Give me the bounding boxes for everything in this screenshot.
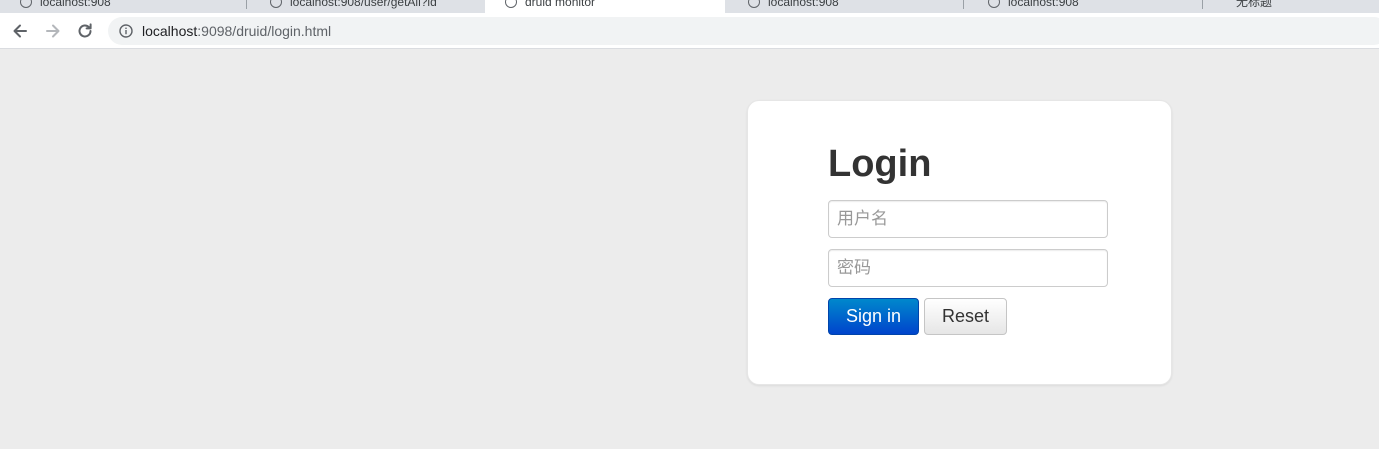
tab-separator [246, 0, 247, 9]
arrow-left-icon [13, 24, 27, 38]
url-text: localhost:9098/druid/login.html [142, 23, 331, 39]
username-input[interactable] [828, 200, 1108, 238]
arrow-right-icon [46, 24, 60, 38]
password-input[interactable] [828, 249, 1108, 287]
login-card: Login Sign in Reset [747, 100, 1172, 385]
globe-icon [20, 0, 32, 8]
info-icon[interactable] [119, 24, 133, 38]
tab-label: 无标题 [1236, 0, 1273, 9]
globe-icon [988, 0, 1000, 8]
tab-druid-monitor[interactable]: druid monitor [485, 0, 725, 13]
sign-in-button[interactable]: Sign in [828, 298, 919, 335]
url-host: localhost [142, 23, 198, 39]
tab-localhost-2[interactable]: localhost:908 [728, 0, 960, 13]
tab-separator [963, 0, 964, 9]
tab-label: localhost:908/user/getAll?id [290, 0, 437, 9]
tab-label: localhost:908 [1008, 0, 1079, 9]
tab-localhost-3[interactable]: localhost:908 [968, 0, 1200, 13]
tab-label: localhost:908 [40, 0, 111, 9]
tab-label: druid monitor [525, 0, 596, 9]
url-path: :9098/druid/login.html [197, 23, 332, 39]
globe-icon [505, 0, 517, 8]
address-bar[interactable]: localhost:9098/druid/login.html [108, 17, 1379, 45]
browser-toolbar: localhost:9098/druid/login.html [0, 13, 1379, 49]
tab-label: localhost:908 [768, 0, 839, 9]
login-title: Login [828, 143, 932, 185]
forward-button[interactable] [41, 19, 65, 43]
reset-button[interactable]: Reset [924, 298, 1007, 335]
tab-localhost-1[interactable]: localhost:908 [0, 0, 245, 13]
tab-strip: localhost:908 localhost:908/user/getAll?… [0, 0, 1379, 13]
tab-separator [1202, 0, 1203, 9]
back-button[interactable] [8, 19, 32, 43]
tab-untitled[interactable]: 无标题 [1210, 0, 1379, 13]
globe-icon [270, 0, 282, 8]
globe-icon [748, 0, 760, 8]
reload-button[interactable] [73, 19, 97, 43]
reload-icon [78, 23, 92, 38]
tab-user-getall[interactable]: localhost:908/user/getAll?id [250, 0, 482, 13]
